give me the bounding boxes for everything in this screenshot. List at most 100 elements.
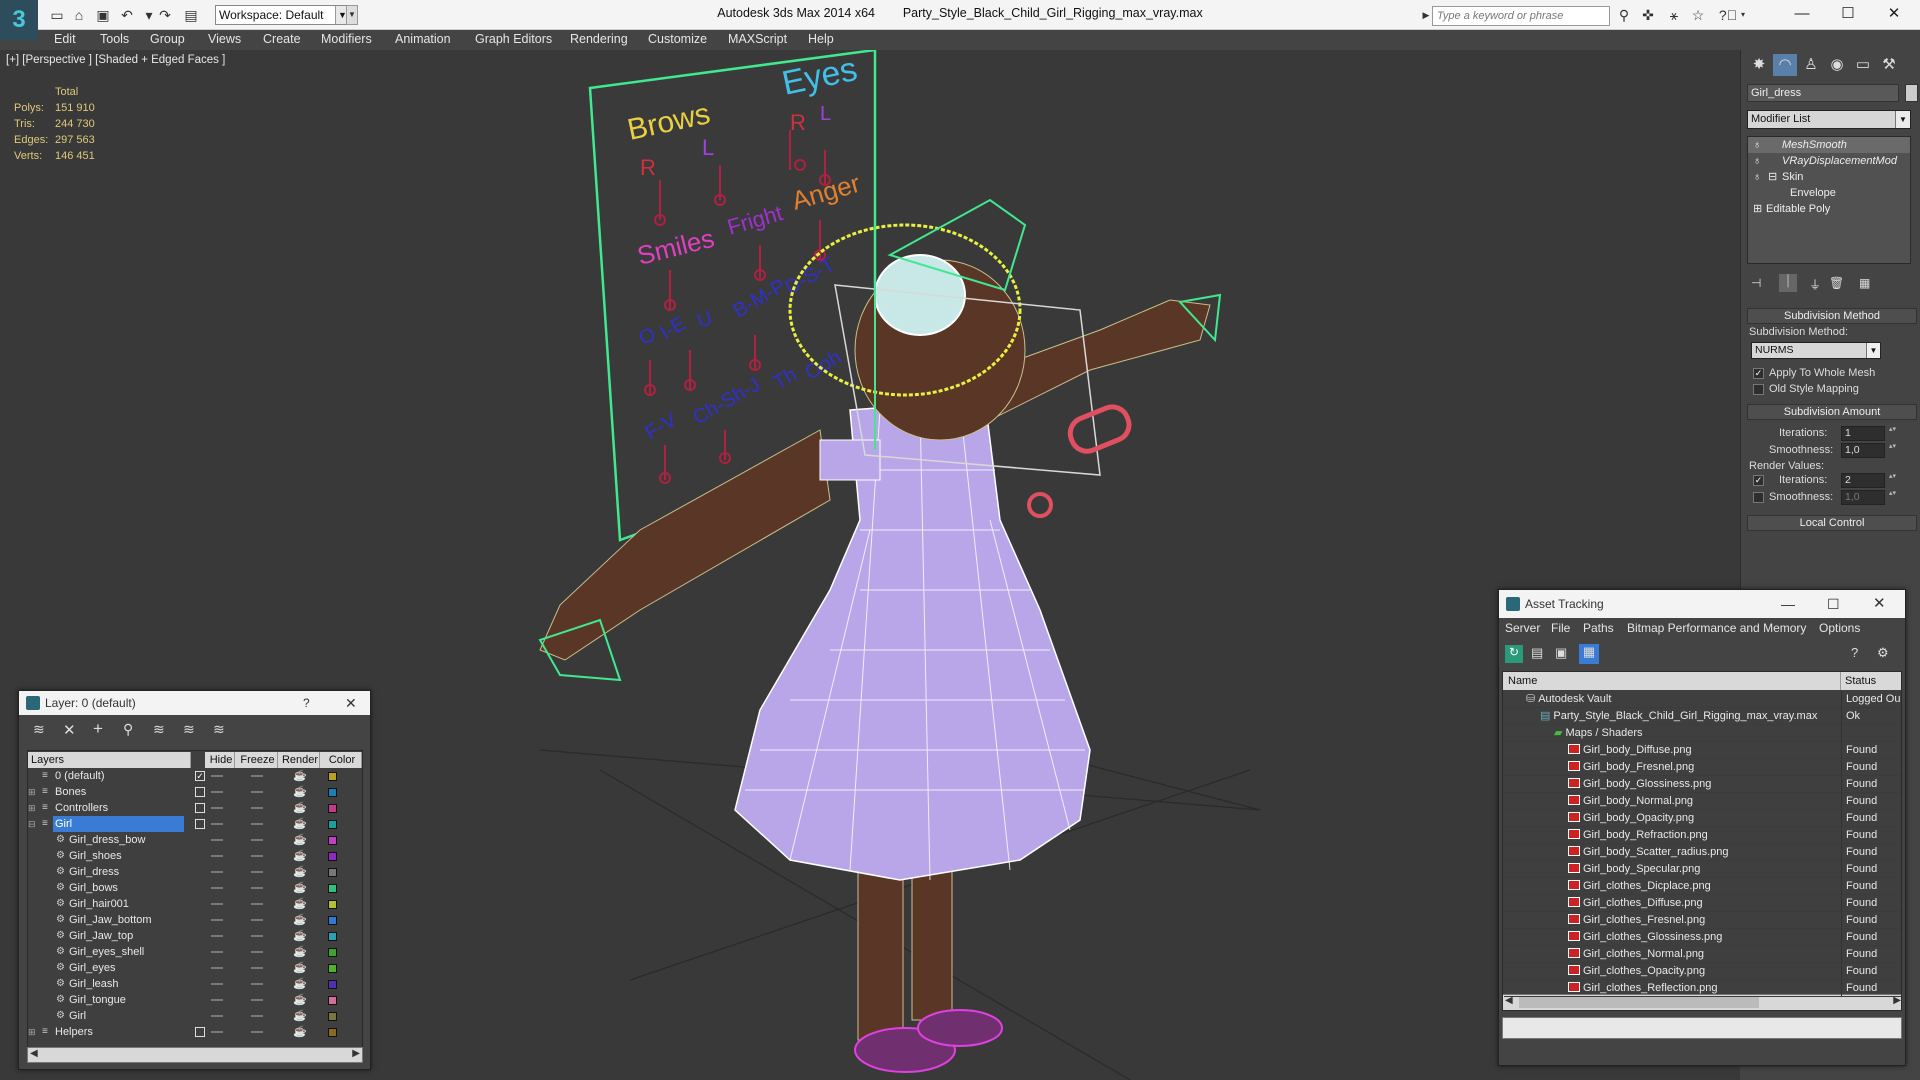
- menu-customize[interactable]: Customize: [648, 32, 707, 46]
- delete-layer-icon[interactable]: ✕: [63, 721, 76, 739]
- layer-color-swatch[interactable]: [328, 772, 337, 781]
- render-teapot-icon[interactable]: ☕: [293, 864, 307, 880]
- favorites-star-icon[interactable]: ☆: [1688, 6, 1708, 24]
- current-layer-checkbox[interactable]: [195, 787, 205, 797]
- hide-toggle[interactable]: [211, 887, 223, 889]
- layer-row[interactable]: ⚙ Girl_eyes ☕: [27, 960, 337, 976]
- layer-name[interactable]: Girl_shoes: [67, 848, 184, 864]
- asset-row[interactable]: Girl_clothes_Glossiness.png Found: [1504, 929, 1901, 946]
- freeze-toggle[interactable]: [251, 887, 263, 889]
- layer-name[interactable]: Girl_Jaw_top: [67, 928, 184, 944]
- layer-row[interactable]: ⚙ Girl_shoes ☕: [27, 848, 337, 864]
- asset-row[interactable]: Girl_clothes_Fresnel.png Found: [1504, 912, 1901, 929]
- hide-toggle[interactable]: [211, 999, 223, 1001]
- asset-row[interactable]: Girl_body_Fresnel.png Found: [1504, 759, 1901, 776]
- layer-row[interactable]: ⊞ ≡ Helpers ☕: [27, 1024, 337, 1040]
- col-layers[interactable]: Layers: [28, 752, 191, 768]
- asset-menu-options[interactable]: Options: [1819, 621, 1860, 635]
- layer-color-swatch[interactable]: [328, 948, 337, 957]
- stack-item-vraydisplacement[interactable]: ♁ VRayDisplacementMod: [1748, 153, 1910, 169]
- stack-item-skin[interactable]: ♁ ⊟ Skin: [1748, 169, 1910, 185]
- layer-row[interactable]: ⚙ Girl_Jaw_bottom ☕: [27, 912, 337, 928]
- local-control-rollout[interactable]: Local Control: [1747, 515, 1917, 531]
- hide-toggle[interactable]: [211, 1031, 223, 1033]
- hide-toggle[interactable]: [211, 983, 223, 985]
- search-input[interactable]: Type a keyword or phrase: [1432, 6, 1610, 26]
- layer-color-swatch[interactable]: [328, 964, 337, 973]
- modifier-stack[interactable]: ♁ MeshSmooth ♁ VRayDisplacementMod ♁ ⊟ Skin …: [1747, 136, 1911, 264]
- open-file-icon[interactable]: ⌂: [70, 7, 88, 23]
- asset-menu-paths[interactable]: Paths: [1583, 621, 1614, 635]
- hierarchy-tab-icon[interactable]: ♙: [1799, 54, 1823, 76]
- help-dropdown-icon[interactable]: ▾: [1738, 6, 1748, 24]
- freeze-toggle[interactable]: [251, 839, 263, 841]
- col-freeze[interactable]: Freeze: [235, 752, 278, 768]
- asset-row[interactable]: ⛁ Autodesk Vault Logged Ou: [1504, 691, 1901, 708]
- collapse-icon[interactable]: ⊟: [1768, 169, 1777, 185]
- layer-color-swatch[interactable]: [328, 980, 337, 989]
- render-teapot-icon[interactable]: ☕: [293, 768, 307, 784]
- list-view-icon[interactable]: ▤: [1531, 645, 1543, 661]
- asset-row[interactable]: ▰ Maps / Shaders: [1504, 725, 1901, 742]
- help-button[interactable]: ?: [303, 691, 310, 715]
- app-logo-icon[interactable]: 3: [0, 0, 38, 40]
- layer-row[interactable]: ⚙ Girl_bows ☕: [27, 880, 337, 896]
- layer-row[interactable]: ≡ 0 (default) ✓ ☕: [27, 768, 337, 784]
- render-teapot-icon[interactable]: ☕: [293, 848, 307, 864]
- minimize-icon[interactable]: —: [1780, 2, 1824, 26]
- asset-row[interactable]: Girl_clothes_Opacity.png Found: [1504, 963, 1901, 980]
- menu-edit[interactable]: Edit: [54, 32, 76, 46]
- layer-color-swatch[interactable]: [328, 836, 337, 845]
- col-color[interactable]: Color: [320, 752, 362, 768]
- menu-create[interactable]: Create: [263, 32, 301, 46]
- scroll-right-icon[interactable]: ▶: [352, 1048, 360, 1059]
- new-file-icon[interactable]: ▭: [48, 7, 66, 23]
- asset-menu-server[interactable]: Server: [1505, 621, 1540, 635]
- render-teapot-icon[interactable]: ☕: [293, 912, 307, 928]
- layer-horizontal-scrollbar[interactable]: ◀ ▶: [27, 1047, 363, 1063]
- save-file-icon[interactable]: ▣: [94, 7, 112, 23]
- binoculars-icon[interactable]: ⚲: [1614, 6, 1634, 24]
- help-icon[interactable]: ?⃝: [1718, 6, 1738, 24]
- render-smoothness-checkbox[interactable]: [1753, 492, 1764, 503]
- freeze-toggle[interactable]: [251, 919, 263, 921]
- stack-item-editable-poly[interactable]: ⊞ Editable Poly: [1748, 201, 1910, 217]
- render-teapot-icon[interactable]: ☕: [293, 928, 307, 944]
- col-name[interactable]: Name: [1508, 672, 1537, 690]
- layer-row[interactable]: ⊞ ≡ Controllers ☕: [27, 800, 337, 816]
- layer-name[interactable]: Girl_eyes: [67, 960, 184, 976]
- scroll-left-icon[interactable]: ◀: [30, 1048, 38, 1059]
- subscription-icon[interactable]: ✜: [1638, 6, 1658, 24]
- layer-row[interactable]: ⚙ Girl_dress_bow ☕: [27, 832, 337, 848]
- hide-toggle[interactable]: [211, 807, 223, 809]
- communication-icon[interactable]: ⚹: [1664, 6, 1684, 24]
- motion-tab-icon[interactable]: ◉: [1825, 54, 1849, 76]
- layer-name[interactable]: 0 (default): [53, 768, 184, 784]
- show-end-result-icon[interactable]: ⏐: [1779, 274, 1797, 292]
- layer-row[interactable]: ⚙ Girl_tongue ☕: [27, 992, 337, 1008]
- close-icon[interactable]: ✕: [1873, 590, 1886, 618]
- create-layer-icon[interactable]: ≋: [33, 721, 45, 738]
- asset-tracking-titlebar[interactable]: Asset Tracking — ☐ ✕: [1499, 590, 1905, 618]
- col-status[interactable]: Status: [1840, 672, 1876, 690]
- hide-toggle[interactable]: [211, 1015, 223, 1017]
- asset-row[interactable]: Girl_body_Scatter_radius.png Found: [1504, 844, 1901, 861]
- layer-row[interactable]: ⚙ Girl ☕: [27, 1008, 337, 1024]
- layer-color-swatch[interactable]: [328, 916, 337, 925]
- redo-icon[interactable]: ↷: [156, 7, 174, 23]
- layer-name[interactable]: Girl_hair001: [67, 896, 184, 912]
- hide-toggle[interactable]: [211, 951, 223, 953]
- layer-color-swatch[interactable]: [328, 820, 337, 829]
- layer-color-swatch[interactable]: [328, 788, 337, 797]
- layer-name[interactable]: Girl_dress_bow: [67, 832, 184, 848]
- old-style-mapping-checkbox[interactable]: [1753, 384, 1764, 395]
- render-teapot-icon[interactable]: ☕: [293, 976, 307, 992]
- render-teapot-icon[interactable]: ☕: [293, 896, 307, 912]
- asset-row[interactable]: Girl_body_Opacity.png Found: [1504, 810, 1901, 827]
- hide-toggle[interactable]: [211, 839, 223, 841]
- freeze-all-icon[interactable]: ≋: [213, 721, 225, 738]
- render-teapot-icon[interactable]: ☕: [293, 832, 307, 848]
- maximize-icon[interactable]: ☐: [1827, 590, 1840, 618]
- render-smoothness-spinner[interactable]: 1,0: [1841, 490, 1897, 505]
- menu-maxscript[interactable]: MAXScript: [728, 32, 787, 46]
